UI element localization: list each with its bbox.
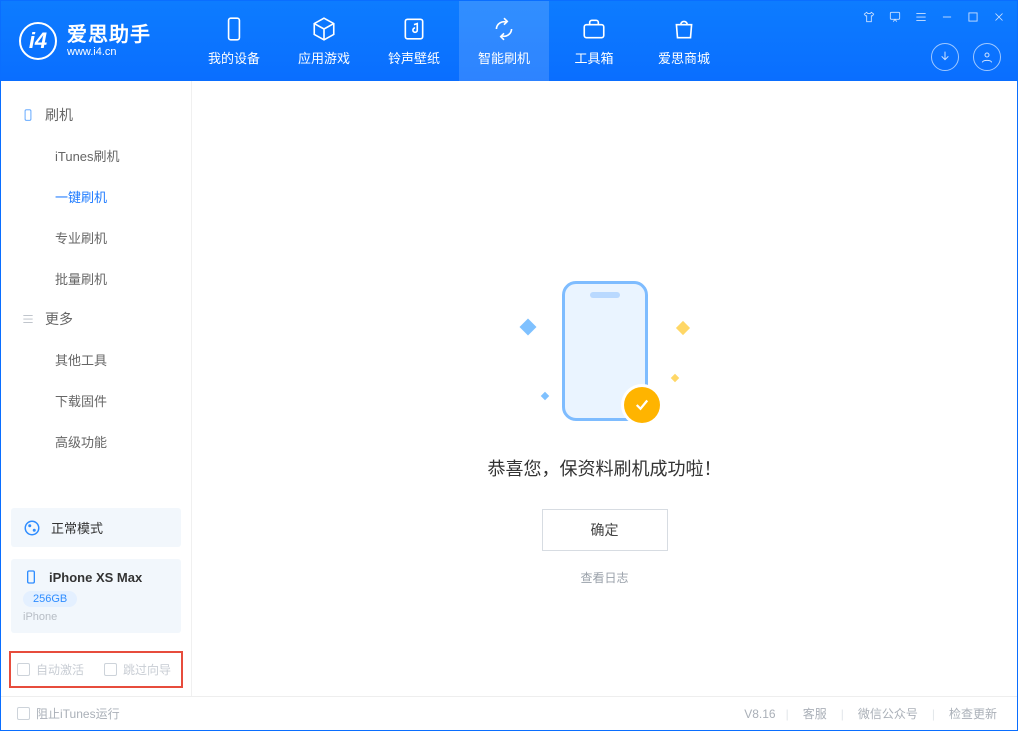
sync-icon xyxy=(491,16,517,42)
ok-button[interactable]: 确定 xyxy=(542,509,668,551)
logo-icon: i4 xyxy=(19,22,57,60)
mode-icon xyxy=(23,519,41,537)
feedback-icon[interactable] xyxy=(885,7,905,27)
nav-store[interactable]: 爱思商城 xyxy=(639,1,729,81)
device-capacity: 256GB xyxy=(23,591,77,607)
shirt-icon[interactable] xyxy=(859,7,879,27)
device-icon xyxy=(23,569,39,585)
sidebar-item-advanced[interactable]: 高级功能 xyxy=(1,421,191,462)
nav-label: 铃声壁纸 xyxy=(388,48,440,67)
app-site: www.i4.cn xyxy=(67,46,151,58)
success-message: 恭喜您，保资料刷机成功啦！ xyxy=(488,455,722,481)
flash-options-highlight: 自动激活 跳过向导 xyxy=(9,651,183,688)
nav-smart-flash[interactable]: 智能刷机 xyxy=(459,1,549,81)
sidebar-item-other-tools[interactable]: 其他工具 xyxy=(1,339,191,380)
user-button[interactable] xyxy=(973,43,1001,71)
app-name: 爱思助手 xyxy=(67,24,151,46)
maximize-icon[interactable] xyxy=(963,7,983,27)
status-bar: 阻止iTunes运行 V8.16 | 客服 | 微信公众号 | 检查更新 xyxy=(1,696,1017,730)
nav-ringtones[interactable]: 铃声壁纸 xyxy=(369,1,459,81)
checkbox-label: 自动激活 xyxy=(36,661,84,678)
checkbox-auto-activate[interactable]: 自动激活 xyxy=(17,661,84,678)
footer-link-wechat[interactable]: 微信公众号 xyxy=(854,705,922,722)
version-label: V8.16 xyxy=(744,707,775,721)
nav-my-device[interactable]: 我的设备 xyxy=(189,1,279,81)
main-content: 恭喜您，保资料刷机成功啦！ 确定 查看日志 xyxy=(191,81,1017,696)
sidebar-item-batch-flash[interactable]: 批量刷机 xyxy=(1,258,191,299)
check-badge-icon xyxy=(624,387,660,423)
checkbox-block-itunes[interactable]: 阻止iTunes运行 xyxy=(17,705,120,722)
download-button[interactable] xyxy=(931,43,959,71)
sidebar: 刷机 iTunes刷机 一键刷机 专业刷机 批量刷机 更多 其他工具 下载固件 … xyxy=(1,81,191,696)
sidebar-item-itunes-flash[interactable]: iTunes刷机 xyxy=(1,135,191,176)
nav-apps-games[interactable]: 应用游戏 xyxy=(279,1,369,81)
close-icon[interactable] xyxy=(989,7,1009,27)
nav-label: 应用游戏 xyxy=(298,48,350,67)
sidebar-item-download-firmware[interactable]: 下载固件 xyxy=(1,380,191,421)
sidebar-group-label: 更多 xyxy=(45,309,73,329)
sidebar-item-oneclick-flash[interactable]: 一键刷机 xyxy=(1,176,191,217)
music-icon xyxy=(401,16,427,42)
checkbox-icon xyxy=(17,707,30,720)
checkbox-label: 阻止iTunes运行 xyxy=(36,705,120,722)
sidebar-group-flash: 刷机 xyxy=(1,95,191,135)
device-type: iPhone xyxy=(23,611,169,623)
nav-label: 工具箱 xyxy=(574,48,613,67)
minimize-icon[interactable] xyxy=(937,7,957,27)
top-nav: 我的设备 应用游戏 铃声壁纸 智能刷机 工具箱 爱思商城 xyxy=(189,1,729,81)
view-log-link[interactable]: 查看日志 xyxy=(488,569,722,586)
footer-link-support[interactable]: 客服 xyxy=(799,705,831,722)
nav-label: 智能刷机 xyxy=(478,48,530,67)
menu-icon[interactable] xyxy=(911,7,931,27)
device-card[interactable]: iPhone XS Max 256GB iPhone xyxy=(11,559,181,633)
success-illustration xyxy=(520,281,690,431)
checkbox-label: 跳过向导 xyxy=(123,661,171,678)
list-icon xyxy=(21,312,35,326)
checkbox-skip-guide[interactable]: 跳过向导 xyxy=(104,661,171,678)
bag-icon xyxy=(671,16,697,42)
toolbox-icon xyxy=(581,16,607,42)
app-header: i4 爱思助手 www.i4.cn 我的设备 应用游戏 铃声壁纸 智能刷机 工具… xyxy=(1,1,1017,81)
nav-label: 爱思商城 xyxy=(658,48,710,67)
nav-label: 我的设备 xyxy=(208,48,260,67)
device-icon xyxy=(221,16,247,42)
footer-link-update[interactable]: 检查更新 xyxy=(945,705,1001,722)
sidebar-group-label: 刷机 xyxy=(45,105,73,125)
window-controls xyxy=(859,7,1009,27)
app-logo: i4 爱思助手 www.i4.cn xyxy=(19,1,189,81)
mode-label: 正常模式 xyxy=(51,518,103,537)
header-action-buttons xyxy=(931,43,1001,71)
sidebar-item-pro-flash[interactable]: 专业刷机 xyxy=(1,217,191,258)
checkbox-icon xyxy=(17,663,30,676)
nav-toolbox[interactable]: 工具箱 xyxy=(549,1,639,81)
sidebar-group-more: 更多 xyxy=(1,299,191,339)
device-name: iPhone XS Max xyxy=(49,570,142,585)
cube-icon xyxy=(311,16,337,42)
checkbox-icon xyxy=(104,663,117,676)
phone-icon xyxy=(21,108,35,122)
mode-card[interactable]: 正常模式 xyxy=(11,508,181,547)
